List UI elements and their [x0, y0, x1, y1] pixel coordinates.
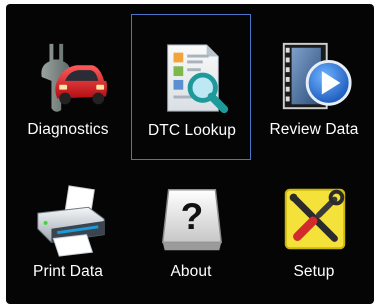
- review-data-button[interactable]: Review Data: [254, 14, 374, 160]
- diagnostics-label: Diagnostics: [27, 121, 109, 138]
- setup-button[interactable]: Setup: [254, 156, 374, 302]
- diagnostics-button[interactable]: Diagnostics: [8, 14, 128, 160]
- setup-label: Setup: [293, 263, 335, 280]
- question-key-icon: ?: [161, 189, 223, 251]
- print-data-button[interactable]: Print Data: [8, 156, 128, 302]
- play-film-icon: [282, 42, 352, 110]
- tools-icon: [284, 188, 346, 250]
- dtc-lookup-button[interactable]: DTC Lookup: [131, 14, 251, 160]
- dtc-lookup-label: DTC Lookup: [147, 122, 236, 139]
- print-data-label: Print Data: [33, 263, 103, 280]
- svg-text:?: ?: [181, 195, 204, 237]
- printer-icon: [37, 185, 105, 257]
- review-data-label: Review Data: [269, 121, 359, 138]
- car-wrench-icon: [41, 43, 108, 112]
- about-label: About: [170, 263, 212, 280]
- document-magnifier-icon: [167, 44, 229, 114]
- about-button[interactable]: ? About: [131, 156, 251, 302]
- main-menu-screen: Diagnostics DTC Lookup Review Data Print…: [6, 4, 374, 304]
